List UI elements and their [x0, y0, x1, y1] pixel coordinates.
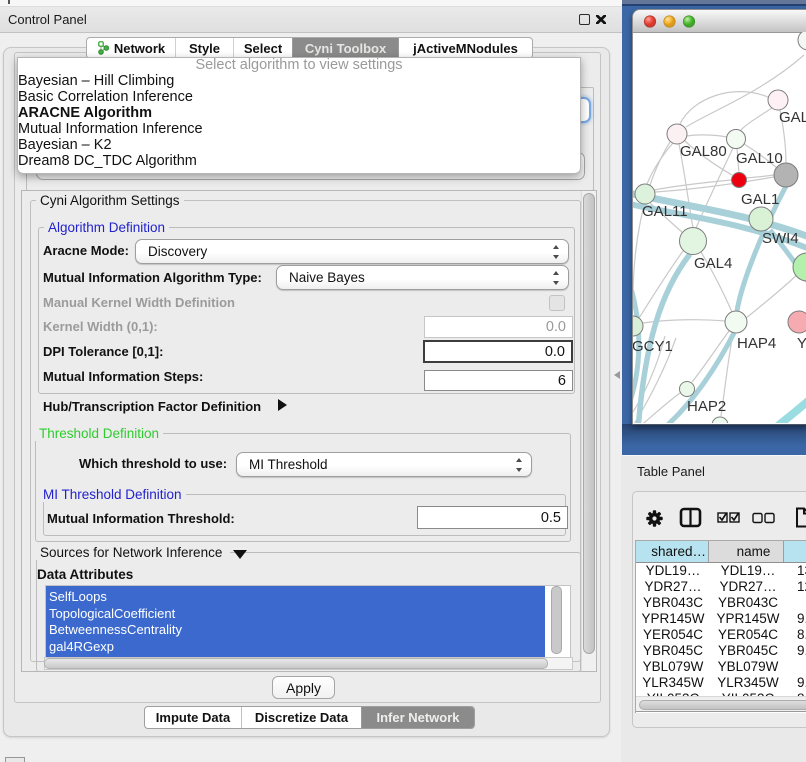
svg-text:GAL1: GAL1 — [741, 191, 779, 208]
svg-text:HAP4: HAP4 — [737, 335, 776, 352]
svg-text:GAL80: GAL80 — [680, 143, 727, 160]
svg-text:GAL10: GAL10 — [736, 150, 783, 167]
svg-text:SWI4: SWI4 — [762, 230, 799, 247]
svg-text:GAL11: GAL11 — [642, 203, 688, 220]
svg-text:GAL7: GAL7 — [779, 109, 806, 126]
svg-text:Y: Y — [797, 335, 806, 352]
svg-text:GAL4: GAL4 — [694, 255, 732, 272]
svg-text:HAP2: HAP2 — [687, 398, 726, 415]
svg-text:GCY1: GCY1 — [633, 338, 673, 355]
